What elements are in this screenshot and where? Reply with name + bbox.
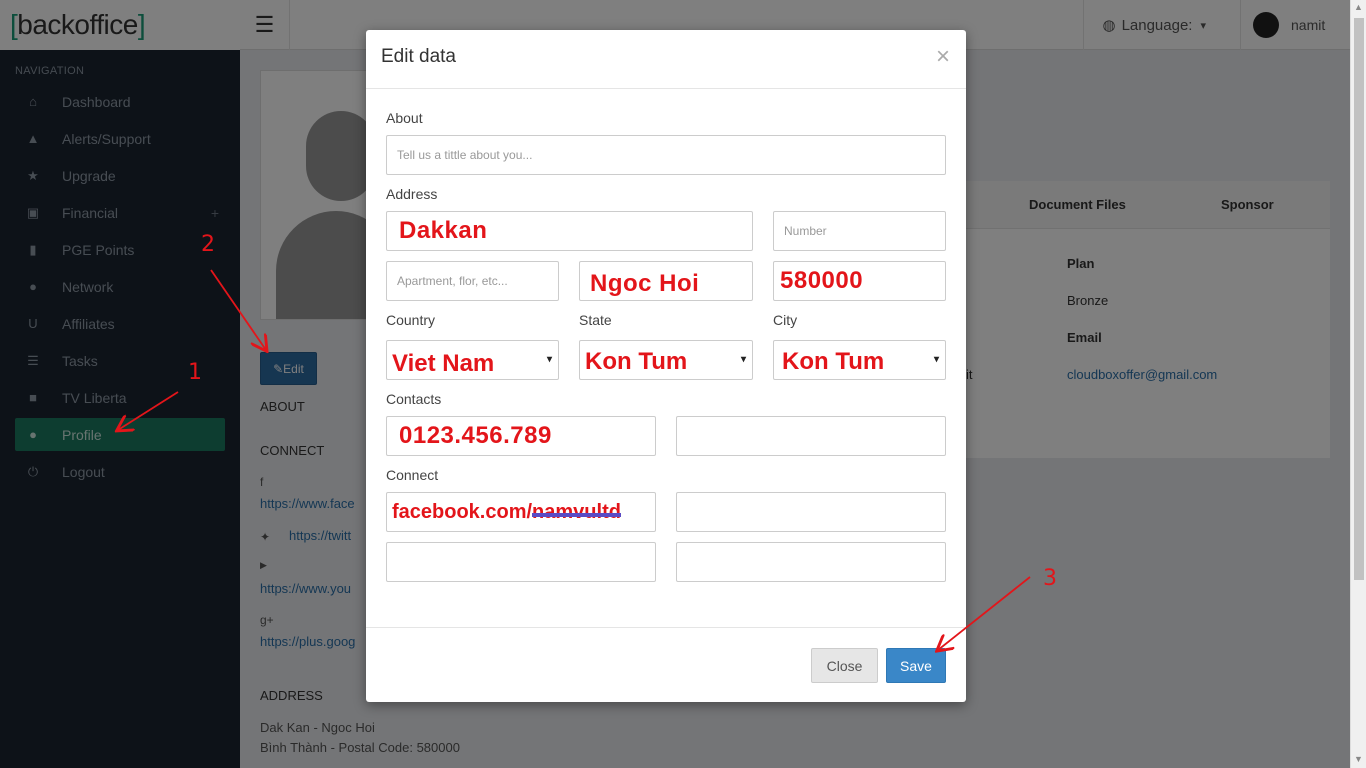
modal-title: Edit data — [381, 46, 456, 67]
modal-footer: Close Save — [366, 627, 966, 702]
facebook-prefix: facebook.com/ — [392, 500, 533, 523]
postal-code-input[interactable]: 580000 — [773, 261, 946, 301]
state-label: State — [579, 312, 612, 328]
youtube-input[interactable] — [386, 542, 656, 582]
annotation-number-3: 3 — [1043, 566, 1057, 591]
state-select-value: Kon Tum — [585, 348, 688, 375]
annotation-number-1: 1 — [188, 360, 202, 385]
about-label: About — [386, 110, 423, 126]
address-label: Address — [386, 186, 438, 202]
save-button[interactable]: Save — [886, 648, 946, 683]
country-label: Country — [386, 312, 436, 328]
city-label: City — [773, 312, 798, 328]
number-input[interactable]: Number — [773, 211, 946, 251]
page-scrollbar[interactable]: ▲ ▼ — [1350, 0, 1366, 768]
close-icon[interactable]: × — [936, 45, 950, 69]
twitter-input[interactable] — [676, 492, 946, 532]
scroll-down-arrow[interactable]: ▼ — [1354, 754, 1363, 764]
about-input[interactable]: Tell us a tittle about you... — [386, 135, 946, 175]
connect-label: Connect — [386, 467, 439, 483]
apartment-input[interactable]: Apartment, flor, etc... — [386, 261, 559, 301]
caret-down-icon: ▾ — [546, 354, 552, 365]
contact-secondary-input[interactable] — [676, 416, 946, 456]
annotation-number-2: 2 — [201, 232, 215, 257]
caret-down-icon: ▾ — [740, 354, 746, 365]
caret-down-icon: ▾ — [933, 354, 939, 365]
state-select[interactable]: Kon Tum ▾ — [579, 340, 753, 380]
scroll-up-arrow[interactable]: ▲ — [1354, 2, 1363, 12]
street-input[interactable]: Dakkan — [386, 211, 753, 251]
facebook-input[interactable]: facebook.com/namvultd — [386, 492, 656, 532]
google-plus-input[interactable] — [676, 542, 946, 582]
country-select[interactable]: Viet Nam ▾ — [386, 340, 559, 380]
scroll-thumb[interactable] — [1354, 18, 1364, 580]
country-select-value: Viet Nam — [392, 350, 495, 377]
phone-input[interactable]: 0123.456.789 — [386, 416, 656, 456]
city-select[interactable]: Kon Tum ▾ — [773, 340, 946, 380]
modal-header: Edit data × — [366, 30, 966, 89]
close-button[interactable]: Close — [811, 648, 878, 683]
redacted-username: namvultd — [532, 500, 621, 523]
edit-data-modal: Edit data × About Tell us a tittle about… — [366, 30, 966, 702]
district-input[interactable]: Ngoc Hoi — [579, 261, 753, 301]
contacts-label: Contacts — [386, 391, 442, 407]
city-select-value: Kon Tum — [782, 348, 885, 375]
